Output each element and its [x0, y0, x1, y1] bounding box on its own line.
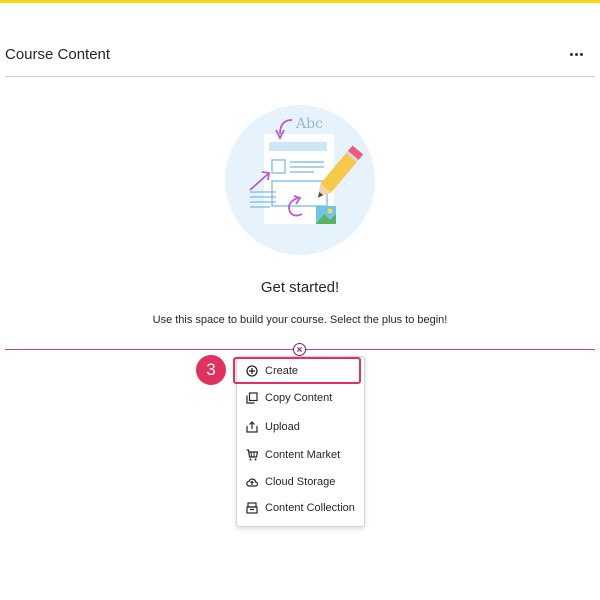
- create-menu: Create Copy Content Upload Content Marke…: [236, 356, 365, 527]
- menu-item-label: Create: [265, 365, 299, 377]
- page-title: Course Content: [5, 46, 111, 63]
- menu-item-cloud-storage[interactable]: Cloud Storage: [237, 469, 364, 495]
- cart-icon: [245, 448, 259, 462]
- menu-item-upload[interactable]: Upload: [237, 414, 364, 440]
- close-menu-button[interactable]: [293, 343, 306, 356]
- menu-item-content-market[interactable]: Content Market: [237, 442, 364, 468]
- illustration-text: Abc: [295, 116, 323, 132]
- menu-item-label: Copy Content: [265, 392, 333, 404]
- plus-circle-icon: [245, 364, 259, 378]
- more-horizontal-icon: [569, 52, 573, 56]
- menu-item-label: Cloud Storage: [265, 476, 336, 488]
- cloud-icon: [245, 475, 259, 489]
- menu-item-label: Content Collection: [265, 502, 355, 514]
- close-icon: [297, 347, 302, 352]
- collection-icon: [245, 501, 259, 515]
- empty-state-illustration: Abc: [224, 104, 376, 256]
- copy-icon: [245, 391, 259, 405]
- menu-item-label: Content Market: [265, 449, 341, 461]
- step-badge: 3: [196, 355, 226, 385]
- upload-icon: [245, 420, 259, 434]
- menu-item-copy-content[interactable]: Copy Content: [237, 385, 364, 411]
- menu-item-create[interactable]: Create: [237, 358, 364, 384]
- menu-item-label: Upload: [265, 421, 300, 433]
- more-options-button[interactable]: [565, 44, 587, 64]
- empty-state-heading: Get started!: [260, 279, 340, 296]
- page-header: Course Content: [5, 38, 595, 77]
- menu-item-content-collection[interactable]: Content Collection: [237, 495, 364, 521]
- empty-state-description: Use this space to build your course. Sel…: [152, 314, 448, 326]
- top-accent-bar: [0, 0, 600, 3]
